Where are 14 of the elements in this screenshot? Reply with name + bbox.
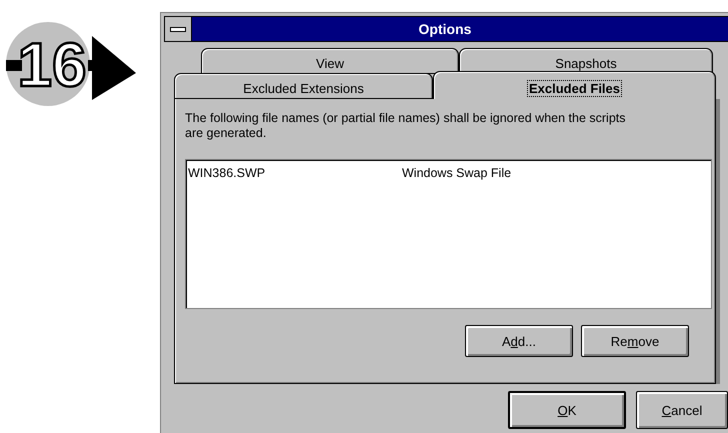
system-menu-icon[interactable] xyxy=(165,17,192,41)
step-number: 16 xyxy=(18,31,86,100)
file-description[interactable]: Windows Swap File xyxy=(402,166,512,180)
file-name[interactable]: WIN386.SWP xyxy=(188,166,402,180)
tab[interactable]: View xyxy=(201,48,459,74)
ok-button[interactable]: OK xyxy=(508,391,626,429)
file-list[interactable]: WIN386.SWP Windows Swap File xyxy=(185,159,712,309)
window-title: Options xyxy=(418,20,472,39)
cancel-button[interactable]: Cancel xyxy=(636,391,728,429)
tab[interactable]: Excluded Files xyxy=(433,71,716,99)
add-button[interactable]: Add... xyxy=(465,325,573,357)
description-text: The following file names (or partial file names) shall be ignored when the scripts are generated. xyxy=(185,111,626,141)
tab[interactable]: Excluded Extensions xyxy=(174,73,433,99)
remove-button[interactable]: Remove xyxy=(581,325,689,357)
